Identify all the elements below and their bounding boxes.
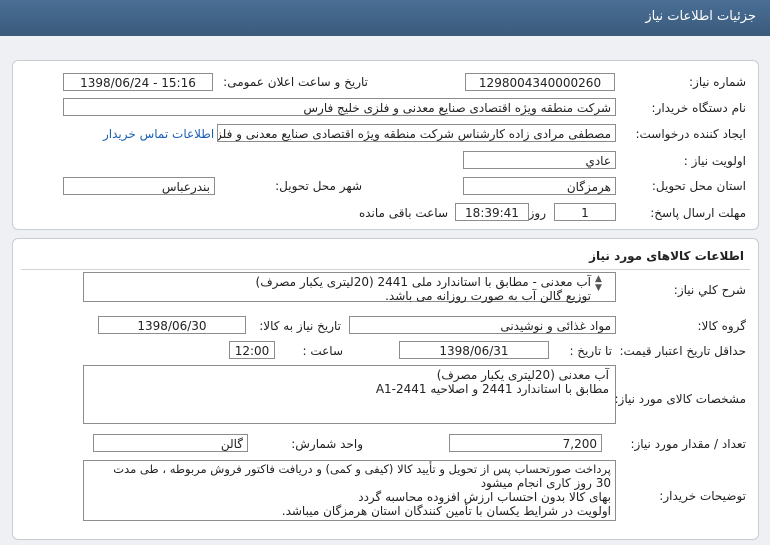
general-desc-line-1: آب معدنی - مطابق با استاندارد ملی 2441 (… xyxy=(255,275,591,289)
spec-box: آب معدنی (20لیتری یکبار مصرف) مطابق با ا… xyxy=(83,365,616,424)
buyer-notes-line-4: اولویت در شرایط یکسان با تأمین کنندگان ا… xyxy=(281,504,611,518)
deadline-label: مهلت ارسال پاسخ: xyxy=(650,206,746,220)
announce-date-label: تاریخ و ساعت اعلان عمومی: xyxy=(223,75,368,89)
buyer-notes-line-3: بهای کالا بدون احتساب ارزش افزوده محاسبه… xyxy=(358,490,611,504)
delivery-province-field: هرمزگان xyxy=(463,177,616,195)
general-desc-line-2: توزیع گالن آب به صورت روزانه می باشد. xyxy=(385,289,591,303)
goods-group-label: گروه کالا: xyxy=(697,319,747,333)
hour-label: ساعت : xyxy=(302,344,343,358)
need-info-panel: شماره نیاز: 1298004340000260 تاریخ و ساع… xyxy=(12,60,759,230)
scroll-arrows-icon[interactable]: ▲ ▼ xyxy=(595,275,602,293)
delivery-province-label: استان محل تحویل: xyxy=(651,179,746,193)
goods-panel: اطلاعات کالاهای مورد نیاز شرح کلي نیاز: … xyxy=(12,238,759,540)
buyer-notes-box: پرداخت صورتحساب پس از تحویل و تأیید کالا… xyxy=(83,460,616,521)
buyer-notes-label: توضیحات خریدار: xyxy=(659,489,746,503)
general-desc-label: شرح کلي نیاز: xyxy=(673,283,746,297)
until-date-field: 1398/06/31 xyxy=(399,341,549,359)
priority-field: عادي xyxy=(463,151,616,169)
page-title: جزئیات اطلاعات نیاز xyxy=(645,9,756,24)
goods-group-field: مواد غذائی و نوشیدنی xyxy=(349,316,616,334)
buyer-notes-line-1: پرداخت صورتحساب پس از تحویل و تأیید کالا… xyxy=(113,462,611,476)
hour-field: 12:00 xyxy=(229,341,275,359)
until-date-label: تا تاریخ : xyxy=(569,344,612,358)
need-number-field: 1298004340000260 xyxy=(465,73,615,91)
days-field: 1 xyxy=(554,203,616,221)
goods-section-title: اطلاعات کالاهای مورد نیاز xyxy=(589,249,744,263)
unit-field: گالن xyxy=(93,434,248,452)
need-number-label: شماره نیاز: xyxy=(689,75,746,89)
buyer-field: شرکت منطقه ویژه اقتصادی صنایع معدنی و فل… xyxy=(63,98,616,116)
spec-line-1: آب معدنی (20لیتری یکبار مصرف) xyxy=(436,368,609,382)
min-validity-label: حداقل تاریخ اعتبار قیمت: xyxy=(619,344,746,358)
section-divider xyxy=(21,269,750,270)
quantity-field: 7,200 xyxy=(449,434,602,452)
title-bar: جزئیات اطلاعات نیاز xyxy=(0,0,770,36)
remaining-time-field: 18:39:41 xyxy=(455,203,529,221)
delivery-city-field: بندرعباس xyxy=(63,177,215,195)
priority-label: اولویت نیاز : xyxy=(683,154,746,168)
quantity-value: 7,200 xyxy=(562,437,597,451)
remaining-label: ساعت باقی مانده xyxy=(358,206,448,220)
general-desc-box: آب معدنی - مطابق با استاندارد ملی 2441 (… xyxy=(83,272,616,303)
spec-label: مشخصات کالای مورد نیاز: xyxy=(614,392,746,406)
creator-label: ایجاد کننده درخواست: xyxy=(635,127,746,141)
unit-label: واحد شمارش: xyxy=(291,437,363,451)
buyer-notes-line-2: 30 روز کاری انجام میشود xyxy=(480,476,611,490)
delivery-city-label: شهر محل تحویل: xyxy=(275,179,362,193)
creator-field: مصطفی مرادی زاده کارشناس شرکت منطقه ویژه… xyxy=(217,124,616,142)
buyer-label: نام دستگاه خریدار: xyxy=(651,101,747,115)
announce-date-field: 1398/06/24 - 15:16 xyxy=(63,73,213,91)
buyer-contact-link[interactable]: اطلاعات تماس خریدار xyxy=(103,127,214,141)
spec-line-2: مطابق با استاندارد 2441 و اصلاحیه 2441-A… xyxy=(375,382,609,396)
quantity-label: تعداد / مقدار مورد نیاز: xyxy=(630,437,746,451)
need-date-field: 1398/06/30 xyxy=(98,316,246,334)
need-date-label: تاریخ نیاز به کالا: xyxy=(259,319,341,333)
